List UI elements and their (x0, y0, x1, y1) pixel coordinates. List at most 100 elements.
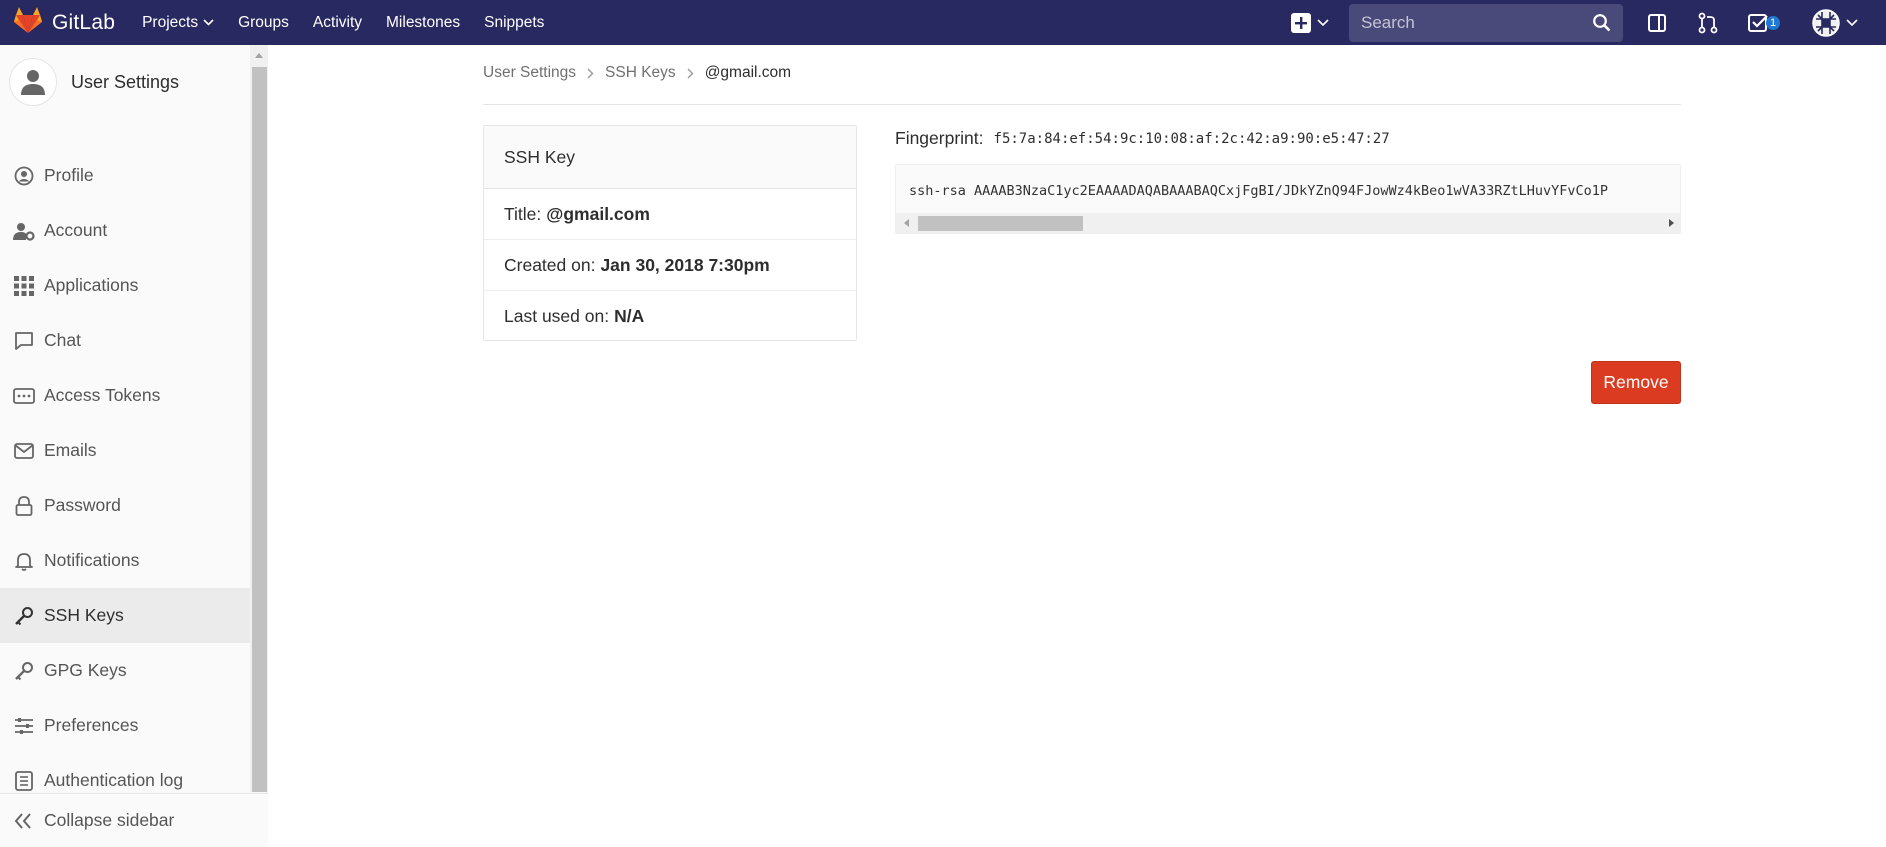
sidebar-context-header[interactable]: User Settings (0, 55, 250, 109)
search-placeholder: Search (1361, 12, 1415, 32)
sidebar-item-label: Account (44, 220, 108, 240)
profile-icon (13, 165, 35, 187)
sidebar-item-access-tokens[interactable]: Access Tokens (0, 368, 250, 423)
sidebar-item-preferences[interactable]: Preferences (0, 698, 250, 753)
last-used-value: N/A (614, 306, 645, 326)
sidebar-item-notifications[interactable]: Notifications (0, 533, 250, 588)
breadcrumb: User Settings SSH Keys @gmail.com (483, 64, 791, 82)
plus-square-icon (1291, 12, 1311, 33)
divider (483, 104, 1681, 105)
fingerprint: Fingerprint: f5:7a:84:ef:54:9c:10:08:af:… (895, 128, 1390, 149)
search-icon (1593, 14, 1611, 32)
user-avatar-icon (1812, 8, 1840, 37)
created-label: Created on: (504, 254, 596, 275)
user-settings-avatar (9, 58, 57, 106)
sidebar-item-label: Password (44, 495, 121, 515)
nav-snippets[interactable]: Snippets (484, 14, 544, 32)
user-icon (21, 70, 45, 95)
ssh-key-title-row: Title: @gmail.com (484, 189, 856, 240)
remove-button[interactable]: Remove (1591, 361, 1681, 404)
ssh-key-card-header: SSH Key (484, 126, 856, 189)
chevron-down-icon (1317, 18, 1329, 26)
ssh-key-created-row: Created on: Jan 30, 2018 7:30pm (484, 240, 856, 291)
applications-icon (13, 275, 35, 297)
account-icon (13, 220, 35, 242)
double-chevron-left-icon (14, 812, 32, 829)
sidebar-item-applications[interactable]: Applications (0, 258, 250, 313)
new-dropdown-button[interactable] (1291, 12, 1329, 33)
sidebar-item-label: GPG Keys (44, 660, 127, 680)
sidebar-item-chat[interactable]: Chat (0, 313, 250, 368)
sidebar-item-password[interactable]: Password (0, 478, 250, 533)
scroll-right-arrow-icon[interactable] (1669, 219, 1674, 227)
password-icon (13, 495, 35, 517)
todos-button[interactable]: 1 (1747, 11, 1781, 35)
gitlab-home-link[interactable]: GitLab (13, 6, 115, 39)
emails-icon (13, 440, 35, 462)
merge-requests-button[interactable] (1696, 11, 1720, 35)
fingerprint-label: Fingerprint: (895, 128, 984, 148)
sidebar-item-label: Preferences (44, 715, 139, 735)
search-input[interactable]: Search (1349, 3, 1623, 42)
chevron-right-icon (587, 68, 594, 79)
sidebar-item-emails[interactable]: Emails (0, 423, 250, 478)
sidebar-item-label: Chat (44, 330, 81, 350)
title-label: Title: (504, 203, 542, 224)
top-navbar: GitLab Projects Groups Activity Mileston… (0, 0, 1886, 45)
issues-button[interactable] (1645, 11, 1669, 35)
last-used-label: Last used on: (504, 306, 610, 326)
preferences-icon (13, 715, 35, 737)
nav-activity[interactable]: Activity (313, 14, 362, 32)
authentication-log-icon (13, 770, 35, 792)
nav-projects[interactable]: Projects (142, 14, 214, 32)
sidebar-item-label: Profile (44, 165, 94, 185)
merge-request-icon (1698, 12, 1718, 33)
chevron-down-icon (203, 19, 214, 26)
sidebar-scrollbar-thumb[interactable] (252, 67, 267, 792)
sidebar-item-gpg-keys[interactable]: GPG Keys (0, 643, 250, 698)
public-key-scrollbar-thumb[interactable] (918, 216, 1083, 231)
chat-icon (13, 330, 35, 352)
public-key-text[interactable]: ssh-rsa AAAAB3NzaC1yc2EAAAADAQABAAABAQCx… (909, 183, 1608, 199)
sidebar-item-profile[interactable]: Profile (0, 148, 250, 203)
chevron-down-icon (1846, 18, 1858, 26)
fingerprint-value: f5:7a:84:ef:54:9c:10:08:af:2c:42:a9:90:e… (993, 130, 1390, 147)
sidebar-item-label: Authentication log (44, 770, 184, 790)
chevron-right-icon (687, 68, 694, 79)
collapse-sidebar-button[interactable]: Collapse sidebar (0, 793, 268, 847)
sidebar-scrollbar[interactable] (250, 45, 268, 792)
ssh-keys-icon (13, 605, 35, 627)
settings-sidebar: User Settings Profile Account Applicatio… (0, 45, 268, 847)
sidebar-item-label: Emails (44, 440, 97, 460)
sidebar-item-label: SSH Keys (44, 605, 124, 625)
notifications-icon (13, 550, 35, 572)
nav-projects-label: Projects (142, 13, 199, 31)
brand-name: GitLab (52, 10, 116, 34)
title-value: @gmail.com (546, 203, 650, 224)
breadcrumb-user-settings[interactable]: User Settings (483, 64, 576, 82)
breadcrumb-ssh-keys[interactable]: SSH Keys (605, 64, 676, 82)
scroll-up-arrow-icon[interactable] (255, 53, 263, 58)
scroll-left-arrow-icon[interactable] (904, 219, 909, 227)
gpg-keys-icon (13, 660, 35, 682)
public-key-scrollbar[interactable] (896, 213, 1680, 233)
todos-count-badge: 1 (1766, 15, 1781, 30)
sidebar-item-account[interactable]: Account (0, 203, 250, 258)
sidebar-item-label: Notifications (44, 550, 140, 570)
ssh-key-card: SSH Key Title: @gmail.com Created on: Ja… (483, 125, 857, 341)
sidebar-item-ssh-keys[interactable]: SSH Keys (0, 588, 250, 643)
collapse-sidebar-label: Collapse sidebar (44, 810, 175, 830)
sidebar-item-label: Applications (44, 275, 139, 295)
sidebar-title: User Settings (71, 71, 180, 92)
issues-icon (1648, 13, 1666, 32)
breadcrumb-current[interactable]: @gmail.com (705, 64, 791, 82)
created-value: Jan 30, 2018 7:30pm (600, 254, 770, 275)
user-avatar-dropdown[interactable] (1812, 8, 1858, 37)
sidebar-item-label: Access Tokens (44, 385, 161, 405)
gitlab-logo-icon (13, 6, 43, 39)
access-tokens-icon (13, 385, 35, 407)
ssh-key-last-used-row: Last used on: N/A (484, 291, 856, 342)
nav-milestones[interactable]: Milestones (386, 14, 460, 32)
nav-groups[interactable]: Groups (238, 14, 289, 32)
public-key-box: ssh-rsa AAAAB3NzaC1yc2EAAAADAQABAAABAQCx… (895, 164, 1681, 234)
